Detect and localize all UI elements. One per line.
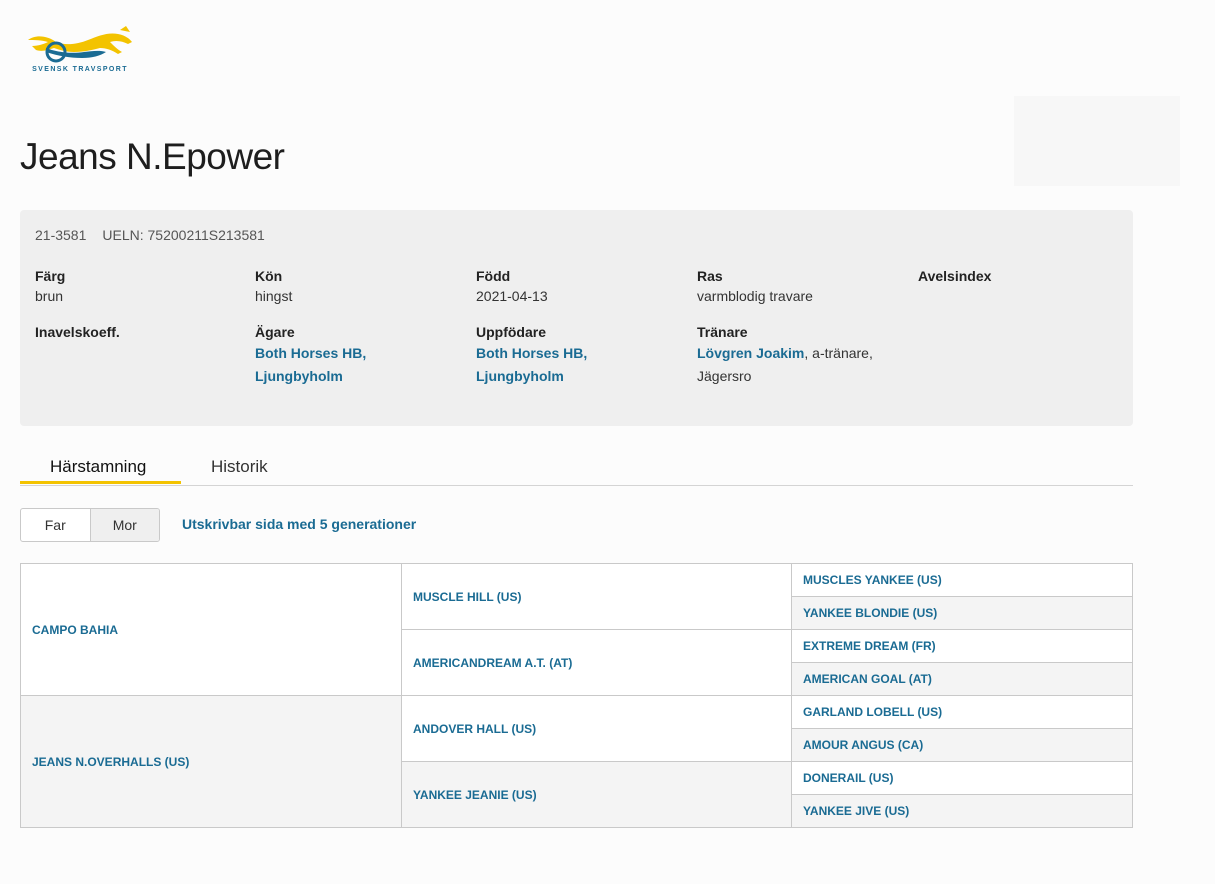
far-mor-toggle: Far Mor xyxy=(20,508,160,542)
print-page-link[interactable]: Utskrivbar sida med 5 generationer xyxy=(182,516,416,532)
field-fodd: Född 2021-04-13 xyxy=(476,266,676,306)
field-inavel: Inavelskoeff. xyxy=(35,322,235,342)
ad-placeholder xyxy=(1014,96,1180,186)
field-farg: Färg brun xyxy=(35,266,235,306)
avelsindex-label: Avelsindex xyxy=(918,268,992,284)
mor-button[interactable]: Mor xyxy=(89,509,159,541)
agare-link[interactable]: Both Horses HB, Ljungbyholm xyxy=(255,345,366,384)
farg-value: brun xyxy=(35,288,64,304)
horse-info-panel: 21-3581 UELN: 75200211S213581 Färg brun K… xyxy=(20,210,1133,426)
pedigree-gen3-8[interactable]: YANKEE JIVE (US) xyxy=(791,794,1133,828)
field-avelsindex: Avelsindex xyxy=(918,266,1118,286)
kon-value: hingst xyxy=(255,288,293,304)
pedigree-dam[interactable]: JEANS N.OVERHALLS (US) xyxy=(20,695,402,828)
pedigree-table: CAMPO BAHIA MUSCLE HILL (US) MUSCLES YAN… xyxy=(20,563,1133,828)
field-agare: Ägare Both Horses HB, Ljungbyholm xyxy=(255,322,455,388)
pedigree-sire-sire[interactable]: MUSCLE HILL (US) xyxy=(401,563,792,630)
pedigree-gen3-6[interactable]: AMOUR ANGUS (CA) xyxy=(791,728,1133,762)
pedigree-gen3-4[interactable]: AMERICAN GOAL (AT) xyxy=(791,662,1133,696)
horse-name-title: Jeans N.Epower xyxy=(20,136,285,177)
ras-value: varmblodig travare xyxy=(697,288,813,304)
tab-historik[interactable]: Historik xyxy=(211,457,268,477)
tranare-link[interactable]: Lövgren Joakim xyxy=(697,345,804,361)
tab-harstamning[interactable]: Härstamning xyxy=(50,457,146,477)
pedigree-gen3-7[interactable]: DONERAIL (US) xyxy=(791,761,1133,795)
fodd-value: 2021-04-13 xyxy=(476,288,548,304)
kon-label: Kön xyxy=(255,268,283,284)
tranare-suffix: , a-tränare, xyxy=(804,345,873,361)
agare-label: Ägare xyxy=(255,324,295,340)
tab-bar: Härstamning Historik xyxy=(20,448,1133,486)
pedigree-sire[interactable]: CAMPO BAHIA xyxy=(20,563,402,696)
horse-ids: 21-3581 UELN: 75200211S213581 xyxy=(35,227,265,243)
active-tab-indicator xyxy=(20,481,181,484)
pedigree-sire-dam[interactable]: AMERICANDREAM A.T. (AT) xyxy=(401,629,792,696)
farg-label: Färg xyxy=(35,268,66,284)
uppfodare-label: Uppfödare xyxy=(476,324,546,340)
ras-label: Ras xyxy=(697,268,723,284)
logo-text: SVENSK TRAVSPORT xyxy=(32,66,128,73)
tranare-label: Tränare xyxy=(697,324,748,340)
field-tranare: Tränare Lövgren Joakim, a-tränare, Jägers… xyxy=(697,322,897,388)
tranare-location: Jägersro xyxy=(697,368,752,384)
far-button[interactable]: Far xyxy=(21,509,90,541)
ueln: UELN: 75200211S213581 xyxy=(102,227,265,243)
field-uppfodare: Uppfödare Both Horses HB, Ljungbyholm xyxy=(476,322,676,388)
pedigree-gen3-3[interactable]: EXTREME DREAM (FR) xyxy=(791,629,1133,663)
trotting-horse-logo-icon xyxy=(28,26,132,63)
pedigree-dam-dam[interactable]: YANKEE JEANIE (US) xyxy=(401,761,792,828)
pedigree-gen3-1[interactable]: MUSCLES YANKEE (US) xyxy=(791,563,1133,597)
svensk-travsport-logo[interactable]: SVENSK TRAVSPORT xyxy=(26,26,136,78)
pedigree-gen3-5[interactable]: GARLAND LOBELL (US) xyxy=(791,695,1133,729)
field-kon: Kön hingst xyxy=(255,266,455,306)
inavel-label: Inavelskoeff. xyxy=(35,324,120,340)
fodd-label: Född xyxy=(476,268,511,284)
pedigree-dam-sire[interactable]: ANDOVER HALL (US) xyxy=(401,695,792,762)
uppfodare-link[interactable]: Both Horses HB, Ljungbyholm xyxy=(476,345,587,384)
reg-number: 21-3581 xyxy=(35,227,87,243)
pedigree-gen3-2[interactable]: YANKEE BLONDIE (US) xyxy=(791,596,1133,630)
field-ras: Ras varmblodig travare xyxy=(697,266,897,306)
